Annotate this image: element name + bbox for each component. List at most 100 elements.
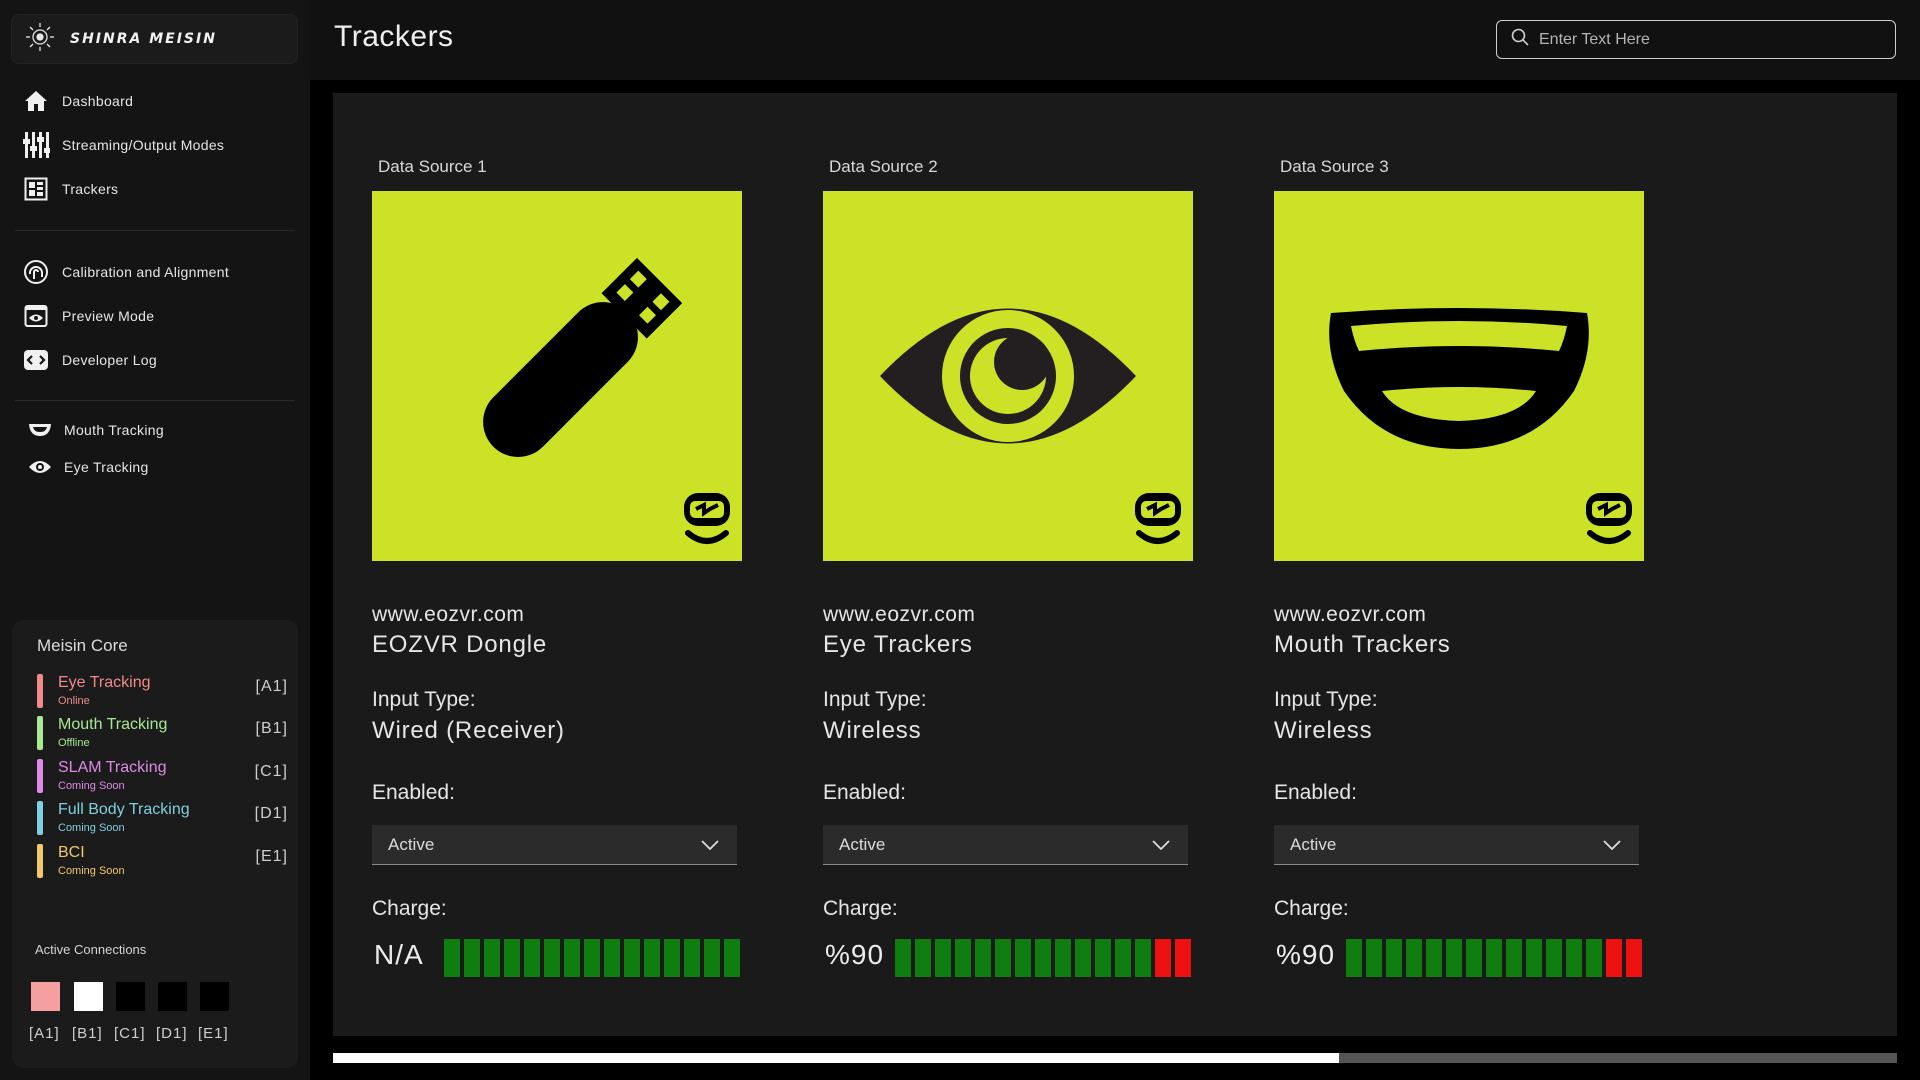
core-row[interactable]: BCI Coming Soon [E1] xyxy=(37,842,287,882)
sidebar-item-calibration[interactable]: Calibration and Alignment xyxy=(0,250,310,294)
charge-value: N/A xyxy=(374,939,424,970)
input-type-value: Wired (Receiver) xyxy=(372,717,565,744)
charge-label: Charge: xyxy=(1274,897,1349,920)
charge-segment xyxy=(624,939,640,977)
enabled-select[interactable]: Active xyxy=(823,825,1188,865)
sidebar-item-developer-log[interactable]: Developer Log xyxy=(0,338,310,382)
core-item-code: [B1] xyxy=(255,720,288,737)
charge-segment xyxy=(1135,939,1151,977)
charge-segment xyxy=(1015,939,1031,977)
eye-icon xyxy=(823,308,1193,565)
core-item-name: BCI xyxy=(58,844,85,861)
core-row[interactable]: Mouth Tracking Offline [B1] xyxy=(37,714,287,754)
core-status-bar xyxy=(37,716,43,750)
search-icon xyxy=(1511,28,1529,51)
charge-segment-low xyxy=(1606,939,1622,977)
search-input[interactable] xyxy=(1539,30,1879,49)
core-item-code: [C1] xyxy=(254,763,288,780)
home-icon xyxy=(22,87,50,115)
core-item-name: Mouth Tracking xyxy=(58,716,168,733)
sidebar-divider xyxy=(15,230,295,231)
charge-segment xyxy=(464,939,480,977)
connection-indicator xyxy=(74,982,103,1011)
charge-segment xyxy=(604,939,620,977)
chevron-down-icon xyxy=(1603,839,1621,850)
charge-segment xyxy=(544,939,560,977)
core-row[interactable]: SLAM Tracking Coming Soon [C1] xyxy=(37,757,287,797)
charge-segment xyxy=(684,939,700,977)
core-item-code: [A1] xyxy=(255,678,288,695)
fingerprint-icon xyxy=(22,258,50,286)
device-name: EOZVR Dongle xyxy=(372,631,547,658)
connection-label: [E1] xyxy=(198,1025,229,1042)
code-icon xyxy=(22,346,50,374)
device-name: Mouth Trackers xyxy=(1274,631,1451,658)
core-item-name: SLAM Tracking xyxy=(58,759,167,776)
charge-segment xyxy=(1566,939,1582,977)
charge-segment xyxy=(664,939,680,977)
charge-segment xyxy=(935,939,951,977)
device-website[interactable]: www.eozvr.com xyxy=(372,603,524,627)
charge-label: Charge: xyxy=(823,897,898,920)
primary-nav: Dashboard Streaming/Output Modes Tracker… xyxy=(0,79,310,211)
mouth-icon xyxy=(28,418,52,442)
core-row[interactable]: Eye Tracking Online [A1] xyxy=(37,672,287,712)
sidebar-item-preview[interactable]: Preview Mode xyxy=(0,294,310,338)
data-source-card: Data Source 3 www.eozvr.com Mouth Trackers… xyxy=(1274,93,1654,1036)
data-source-card: Data Source 1 www.eozvr.com EOZVR Dongle In… xyxy=(372,93,752,1036)
charge-segment xyxy=(724,939,740,977)
enabled-select-value: Active xyxy=(388,834,435,854)
core-item-status: Coming Soon xyxy=(58,865,125,877)
core-status-bar xyxy=(37,844,43,878)
scroll-progress-track[interactable] xyxy=(333,1053,1897,1063)
device-name: Eye Trackers xyxy=(823,631,973,658)
sidebar-item-streaming[interactable]: Streaming/Output Modes xyxy=(0,123,310,167)
chevron-down-icon xyxy=(1152,839,1170,850)
charge-segment xyxy=(1035,939,1051,977)
data-source-image[interactable] xyxy=(1274,191,1644,561)
charge-segment-low xyxy=(1175,939,1191,977)
data-source-card: Data Source 2 www.eozvr.com Eye Trackers In… xyxy=(823,93,1203,1036)
enabled-select[interactable]: Active xyxy=(372,825,737,865)
charge-segment xyxy=(584,939,600,977)
sidebar-item-label: Calibration and Alignment xyxy=(62,264,230,280)
core-item-status: Coming Soon xyxy=(58,780,125,792)
charge-segment-low xyxy=(1626,939,1642,977)
device-website[interactable]: www.eozvr.com xyxy=(1274,603,1426,627)
enabled-label: Enabled: xyxy=(1274,781,1357,804)
sidebar-item-trackers[interactable]: Trackers xyxy=(0,167,310,211)
sidebar-item-eye-tracking[interactable]: Eye Tracking xyxy=(0,448,310,485)
connection-label: [C1] xyxy=(114,1025,146,1042)
data-source-image[interactable] xyxy=(372,191,742,561)
sidebar-item-label: Mouth Tracking xyxy=(64,421,164,438)
search-box[interactable] xyxy=(1496,20,1896,59)
charge-segment xyxy=(1526,939,1542,977)
scroll-progress-fill[interactable] xyxy=(333,1053,1339,1063)
charge-segment xyxy=(704,939,720,977)
sidebar-item-dashboard[interactable]: Dashboard xyxy=(0,79,310,123)
brand-header[interactable]: SHINRA MEISIN xyxy=(11,14,298,64)
connection-label: [D1] xyxy=(156,1025,188,1042)
charge-segment xyxy=(1546,939,1562,977)
secondary-nav: Calibration and Alignment Preview Mode D… xyxy=(0,250,310,382)
charge-segment xyxy=(504,939,520,977)
enabled-select-value: Active xyxy=(839,834,886,854)
charge-meter xyxy=(444,939,740,977)
charge-segment xyxy=(895,939,911,977)
core-item-code: [E1] xyxy=(255,848,288,865)
charge-segment xyxy=(1115,939,1131,977)
connection-label: [A1] xyxy=(29,1025,60,1042)
core-row[interactable]: Full Body Tracking Coming Soon [D1] xyxy=(37,799,287,839)
charge-meter xyxy=(895,939,1191,977)
sidebar-item-label: Dashboard xyxy=(62,93,134,109)
core-title: Meisin Core xyxy=(37,636,128,655)
enabled-select[interactable]: Active xyxy=(1274,825,1639,865)
sidebar-item-mouth-tracking[interactable]: Mouth Tracking xyxy=(0,411,310,448)
data-source-image[interactable] xyxy=(823,191,1193,561)
trackers-panel: Data Source 1 www.eozvr.com EOZVR Dongle In… xyxy=(333,93,1897,1036)
sidebar-item-label: Streaming/Output Modes xyxy=(62,137,225,153)
device-website[interactable]: www.eozvr.com xyxy=(823,603,975,627)
charge-segment xyxy=(1095,939,1111,977)
charge-segment xyxy=(995,939,1011,977)
sliders-icon xyxy=(22,131,50,159)
